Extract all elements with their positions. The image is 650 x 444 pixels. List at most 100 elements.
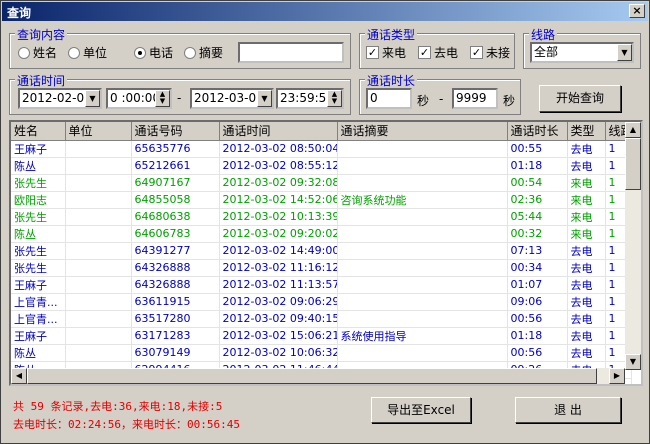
start-time-field[interactable]: 0 :00:00 ▲ ▼ [106,88,172,109]
col-header-time[interactable]: 通话时间 [219,122,338,141]
call-time-legend: 通话时间 [15,72,68,89]
col-header-unit[interactable]: 单位 [65,122,132,141]
check-missed[interactable]: ✓ 未接 [470,44,510,61]
cell-name: 王麻子 [11,140,66,158]
cell-name: 张先生 [11,208,66,226]
search-button[interactable]: 开始查询 [539,85,621,112]
call-type-group: 通话类型 ✓ 来电 ✓ 去电 ✓ 未接 [359,26,515,69]
cell-summary: 咨询系统功能 [337,191,508,209]
cell-time: 2012-03-02 10:06:32 [219,344,338,362]
duration-max-input[interactable]: 9999 [452,88,498,109]
col-header-duration[interactable]: 通话时长 [507,122,568,141]
radio-unit[interactable]: 单位 [68,44,107,61]
cell-type: 来电 [567,208,606,226]
results-table[interactable]: 姓名 单位 通话号码 通话时间 通话摘要 通话时长 类型 线路 王麻子 65635… [9,120,643,386]
chevron-down-icon[interactable]: ▼ [257,90,272,107]
scroll-thumb[interactable] [625,138,641,190]
close-button[interactable]: × [629,4,645,18]
check-outgoing[interactable]: ✓ 去电 [418,44,458,61]
duration-unit-label: 秒 [503,94,516,108]
radio-phone-dot [134,46,146,59]
cell-time: 2012-03-02 11:16:12 [219,259,338,277]
spin-icon[interactable]: ▲ ▼ [155,90,170,107]
table-row[interactable]: 张先生 64391277 2012-03-02 14:49:00 07:13 去电 1 [11,242,632,260]
cell-time: 2012-03-02 09:40:15 [219,310,338,328]
cell-type: 去电 [567,242,606,260]
cell-name: 上官青... [11,293,66,311]
table-header-row: 姓名 单位 通话号码 通话时间 通话摘要 通话时长 类型 线路 [11,122,632,141]
query-input[interactable] [238,42,344,63]
chevron-down-icon[interactable]: ▼ [85,90,100,107]
col-header-number[interactable]: 通话号码 [131,122,220,141]
table-row[interactable]: 陈丛 65212661 2012-03-02 08:55:12 01:18 去电 1 [11,157,632,175]
table-row[interactable]: 王麻子 63171283 2012-03-02 15:06:21 系统使用指导 01:1… [11,327,632,345]
scroll-right-icon[interactable]: ▶ [609,368,625,384]
chevron-down-icon[interactable]: ▼ [617,44,632,61]
radio-name[interactable]: 姓名 [18,44,57,61]
window-title: 查询 [7,6,32,20]
cell-number: 64907167 [131,174,220,192]
cell-name: 陈丛 [11,344,66,362]
cell-summary [337,242,508,260]
cell-type: 去电 [567,157,606,175]
col-header-name[interactable]: 姓名 [11,122,66,141]
call-type-legend: 通话类型 [365,26,418,43]
cell-type: 去电 [567,310,606,328]
table-row[interactable]: 张先生 64680638 2012-03-02 10:13:39 05:44 来电 1 [11,208,632,226]
scroll-thumb[interactable] [27,368,597,384]
scroll-up-icon[interactable]: ▲ [625,122,641,138]
cell-time: 2012-03-02 08:50:04 [219,140,338,158]
end-date-picker[interactable]: 2012-03-03 ▼ [190,88,274,109]
radio-summary[interactable]: 摘要 [184,44,223,61]
table-row[interactable]: 张先生 64326888 2012-03-02 11:16:12 00:34 去电 1 [11,259,632,277]
cell-summary [337,276,508,294]
cell-name: 王麻子 [11,327,66,345]
cell-number: 64606783 [131,225,220,243]
cell-name: 陈丛 [11,225,66,243]
table-row[interactable]: 上官青... 63611915 2012-03-02 09:06:29 09:06 去电… [11,293,632,311]
col-header-type[interactable]: 类型 [567,122,606,141]
export-excel-button[interactable]: 导出至Excel [371,397,471,423]
duration-min-input[interactable]: 0 [366,88,412,109]
cell-duration: 00:32 [507,225,568,243]
radio-phone[interactable]: 电话 [134,44,173,61]
table-row[interactable]: 陈丛 64606783 2012-03-02 09:20:02 00:32 来电 1 [11,225,632,243]
line-select[interactable]: 全部 ▼ [530,42,634,63]
cell-summary [337,140,508,158]
cell-name: 欧阳志 [11,191,66,209]
table-row[interactable]: 上官青... 63517280 2012-03-02 09:40:15 00:56 去电… [11,310,632,328]
cell-summary [337,310,508,328]
horizontal-scrollbar[interactable]: ◀ ▶ [11,368,625,384]
cell-duration: 07:13 [507,242,568,260]
end-date-value: 2012-03-03 [194,91,264,105]
duration-group: 通话时长 0 秒 - 9999 秒 [359,72,521,115]
table-row[interactable]: 王麻子 65635776 2012-03-02 08:50:04 00:55 去电 1 [11,140,632,158]
cell-duration: 02:36 [507,191,568,209]
record-summary: 共 59 条记录,去电:36,来电:18,未接:5 [13,400,223,413]
table-row[interactable]: 欧阳志 64855058 2012-03-02 14:52:06 咨询系统功能 02:3… [11,191,632,209]
cell-number: 63517280 [131,310,220,328]
col-header-summary[interactable]: 通话摘要 [337,122,508,141]
check-incoming[interactable]: ✓ 来电 [366,44,406,61]
start-date-picker[interactable]: 2012-02-02 ▼ [18,88,102,109]
check-missed-box: ✓ [470,46,483,59]
table-row[interactable]: 张先生 64907167 2012-03-02 09:32:08 00:54 来电 1 [11,174,632,192]
line-legend: 线路 [529,26,558,43]
cell-unit [65,276,132,294]
end-time-field[interactable]: 23:59:59 ▲ ▼ [276,88,344,109]
vertical-scrollbar[interactable]: ▲ ▼ [625,122,641,370]
check-outgoing-label: 去电 [434,46,459,60]
cell-name: 张先生 [11,259,66,277]
spin-icon[interactable]: ▲ ▼ [327,90,342,107]
table-row[interactable]: 陈丛 63079149 2012-03-02 10:06:32 00:56 去电 1 [11,344,632,362]
scroll-left-icon[interactable]: ◀ [11,368,27,384]
cell-time: 2012-03-02 15:06:21 [219,327,338,345]
table-row[interactable]: 王麻子 64326888 2012-03-02 11:13:57 01:07 去电 1 [11,276,632,294]
scroll-down-icon[interactable]: ▼ [625,354,641,370]
check-incoming-label: 来电 [382,46,407,60]
cell-type: 去电 [567,327,606,345]
radio-summary-dot [184,46,196,59]
cell-type: 去电 [567,140,606,158]
cell-number: 63611915 [131,293,220,311]
exit-button[interactable]: 退 出 [515,397,621,423]
